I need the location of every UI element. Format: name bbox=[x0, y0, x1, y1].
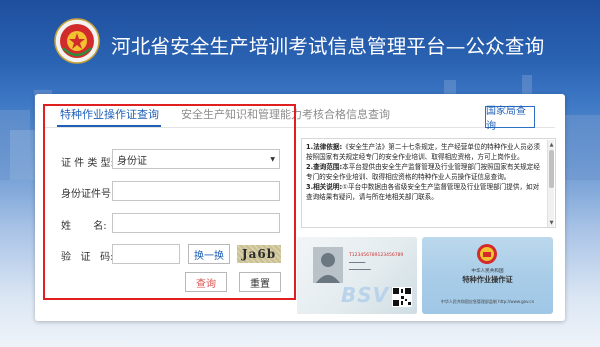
tab-safety-knowledge-assessment[interactable]: 安全生产知识和管理能力考核合格信息查询 bbox=[181, 106, 390, 122]
national-bureau-query-button[interactable]: 国家局查询 bbox=[485, 106, 535, 132]
query-button[interactable]: 查询 bbox=[185, 272, 227, 292]
certificate-footer: 中华人民共和国应急管理部监制 http://www.gov.cn bbox=[440, 299, 535, 304]
note-text: 本平台提供由安全生产监督管理及行业管理部门按照国家有关规定经专门的安全作业培训、… bbox=[306, 163, 540, 182]
note-text: 《安全生产法》第二十七条规定，生产经营单位的特种作业人员必须按照国家有关规定经专… bbox=[306, 143, 540, 162]
certificate-text-line: ━━━━━━ bbox=[349, 261, 366, 266]
certificate-sample-card: T123456789123456789 ━━━━━━ ━━━━━━━━ BSVV bbox=[297, 237, 417, 314]
scroll-up-icon[interactable]: ▲ bbox=[548, 140, 555, 150]
page-title: 河北省安全生产培训考试信息管理平台—公众查询 bbox=[111, 35, 545, 58]
id-number-label: 身份证件号: bbox=[61, 189, 115, 200]
reset-button[interactable]: 重置 bbox=[239, 272, 281, 292]
query-panel: 特种作业操作证查询 安全生产知识和管理能力考核合格信息查询 国家局查询 证 件 … bbox=[35, 94, 565, 321]
name-label: 姓 名: bbox=[61, 221, 107, 232]
notes-scrollbar[interactable]: ▲ ▼ bbox=[547, 140, 555, 227]
query-tabs: 特种作业操作证查询 安全生产知识和管理能力考核合格信息查询 国家局查询 bbox=[35, 94, 565, 132]
scroll-down-icon[interactable]: ▼ bbox=[548, 218, 555, 227]
scroll-thumb[interactable] bbox=[549, 150, 554, 188]
certificate-text-line: ━━━━━━━━ bbox=[349, 268, 371, 273]
name-input[interactable] bbox=[112, 213, 280, 233]
note-item: 2.查询范围:本平台提供由安全生产监督管理及行业管理部门按照国家有关规定经专门的… bbox=[306, 162, 545, 182]
tab-special-operation-certificate[interactable]: 特种作业操作证查询 bbox=[60, 106, 159, 122]
tab-divider bbox=[45, 127, 555, 128]
qr-code-icon bbox=[392, 287, 412, 307]
certificate-cover-sample: 中华人民共和国 特种作业操作证 中华人民共和国应急管理部监制 http://ww… bbox=[422, 237, 553, 314]
note-item: 1.法律依据:《安全生产法》第二十七条规定，生产经营单位的特种作业人员必须按照国… bbox=[306, 142, 545, 162]
certificate-title: 特种作业操作证 bbox=[462, 275, 513, 284]
site-header: 河北省安全生产培训考试信息管理平台—公众查询 bbox=[0, 0, 600, 90]
refresh-captcha-button[interactable]: 换一换 bbox=[188, 244, 230, 264]
certificate-issuer: 中华人民共和国 bbox=[471, 269, 504, 274]
national-emblem-icon bbox=[477, 244, 497, 264]
dropdown-caret-icon: ▼ bbox=[270, 156, 275, 163]
safety-emblem-icon bbox=[54, 18, 100, 64]
captcha-label: 验 证 码: bbox=[61, 252, 114, 263]
id-number-input[interactable] bbox=[112, 181, 280, 201]
note-heading: 2.查询范围: bbox=[306, 163, 343, 172]
certificate-number: T123456789123456789 bbox=[349, 253, 404, 258]
captcha-image[interactable]: Ja6b bbox=[237, 245, 281, 263]
note-heading: 1.法律依据: bbox=[306, 143, 343, 151]
note-heading: 3.相关说明: bbox=[306, 183, 343, 192]
query-notes-box[interactable]: 1.法律依据:《安全生产法》第二十七条规定，生产经营单位的特种作业人员必须按照国… bbox=[301, 138, 556, 228]
id-type-select[interactable]: 身份证 ▼ bbox=[112, 149, 280, 169]
id-type-label: 证 件 类 型: bbox=[61, 158, 114, 169]
id-type-selected-value: 身份证 bbox=[117, 155, 147, 167]
captcha-input[interactable] bbox=[112, 244, 180, 264]
portrait-photo-icon bbox=[313, 247, 343, 283]
note-item: 3.相关说明:①平台中数据由各省级安全生产监督管理及行业管理部门提供，如对查询结… bbox=[306, 182, 545, 202]
